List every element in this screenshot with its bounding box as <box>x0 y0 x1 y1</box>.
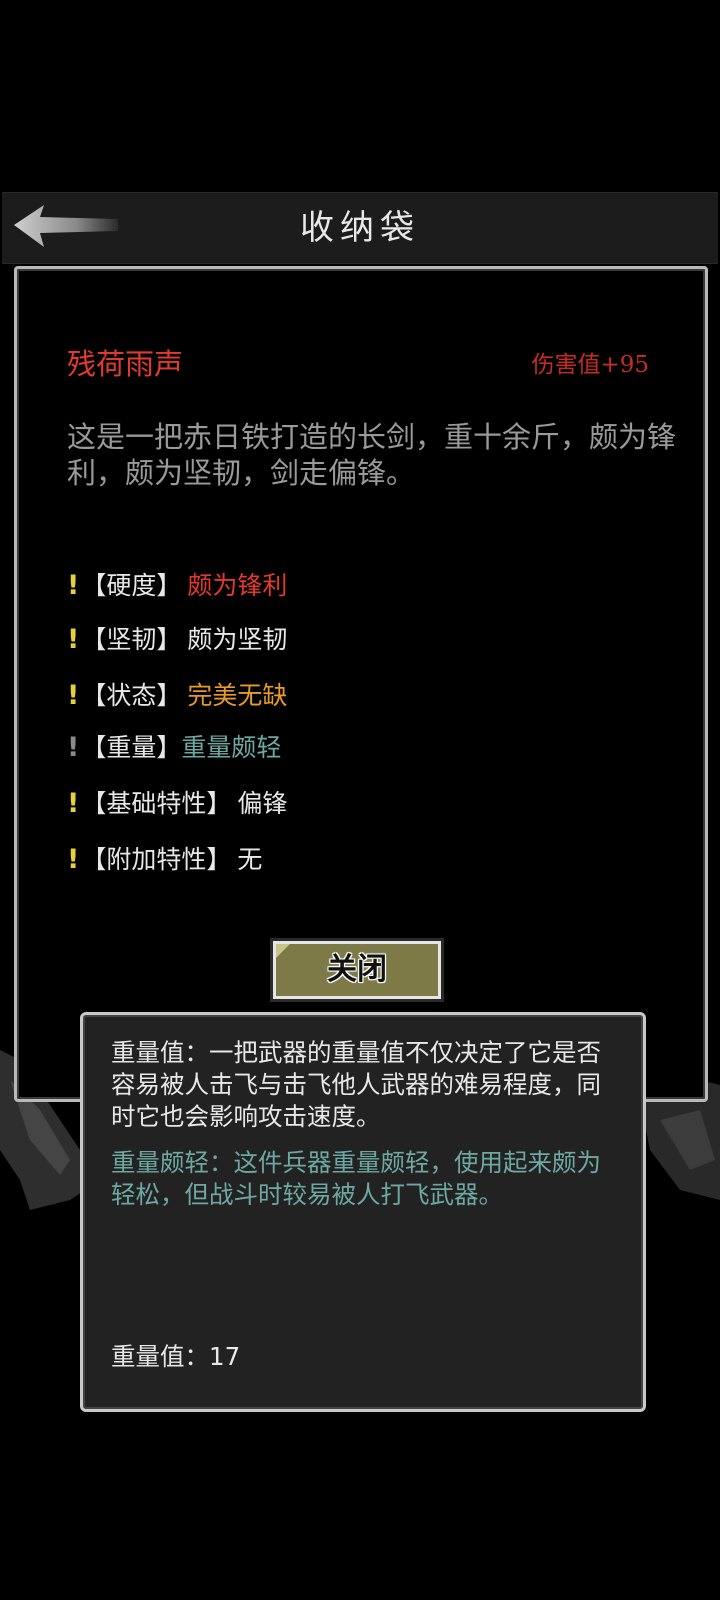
attribute-value: 颇为坚韧 <box>187 625 288 654</box>
attribute-value: 偏锋 <box>237 789 288 818</box>
attribute-value: 完美无缺 <box>187 681 288 710</box>
exclamation-icon: ! <box>67 788 80 819</box>
attribute-value: 重量颇轻 <box>181 733 282 762</box>
attribute-value: 颇为锋利 <box>187 571 288 600</box>
tooltip-main-text: 重量值：一把武器的重量值不仅决定了它是否容易被人击飞与击飞他人武器的难易程度，同… <box>111 1038 601 1131</box>
attribute-row-weight[interactable]: !【重量】重量颇轻 <box>67 731 281 765</box>
exclamation-icon: ! <box>67 732 80 763</box>
attribute-row-condition[interactable]: !【状态】 完美无缺 <box>67 679 287 713</box>
attribute-row-hardness[interactable]: !【硬度】 颇为锋利 <box>67 569 287 603</box>
exclamation-icon: ! <box>67 844 80 875</box>
exclamation-icon: ! <box>67 624 80 655</box>
page-title: 收纳袋 <box>300 208 420 248</box>
item-detail-panel: 残荷雨声 伤害值+95 这是一把赤日铁打造的长剑，重十余斤，颇为锋利，颇为坚韧，… <box>14 266 708 1102</box>
exclamation-icon: ! <box>67 680 80 711</box>
attribute-row-base-trait[interactable]: !【基础特性】 偏锋 <box>67 787 287 821</box>
header-bar: 收纳袋 <box>2 192 718 264</box>
item-damage: 伤害值+95 <box>531 352 649 378</box>
close-button[interactable]: 关闭 <box>270 938 444 1002</box>
weight-tooltip: 重量值：一把武器的重量值不仅决定了它是否容易被人击飞与击飞他人武器的难易程度，同… <box>80 1012 646 1412</box>
tooltip-sub-text: 重量颇轻：这件兵器重量颇轻，使用起来颇为轻松，但战斗时较易被人打飞武器。 <box>111 1148 601 1209</box>
exclamation-icon: ! <box>67 570 80 601</box>
attribute-row-extra-trait[interactable]: !【附加特性】无 <box>67 843 262 877</box>
attribute-label: 【重量】 <box>81 733 182 762</box>
item-name: 残荷雨声 <box>67 347 184 381</box>
attribute-value: 无 <box>237 845 263 874</box>
tooltip-weight-value: 重量值：17 <box>111 1342 241 1371</box>
attribute-row-toughness[interactable]: !【坚韧】 颇为坚韧 <box>67 623 287 657</box>
item-description: 这是一把赤日铁打造的长剑，重十余斤，颇为锋利，颇为坚韧，剑走偏锋。 <box>67 420 677 490</box>
attribute-label: 【硬度】 <box>81 571 182 600</box>
inventory-screen: 收纳袋 残荷雨声 伤害值+95 这是一把赤日铁打造的长剑，重十余斤，颇为锋利，颇… <box>0 0 720 1600</box>
attribute-label: 【基础特性】 <box>81 789 232 818</box>
close-button-label: 关闭 <box>327 952 387 987</box>
attribute-label: 【坚韧】 <box>81 625 182 654</box>
attribute-label: 【状态】 <box>81 681 182 710</box>
attribute-label: 【附加特性】 <box>81 845 232 874</box>
